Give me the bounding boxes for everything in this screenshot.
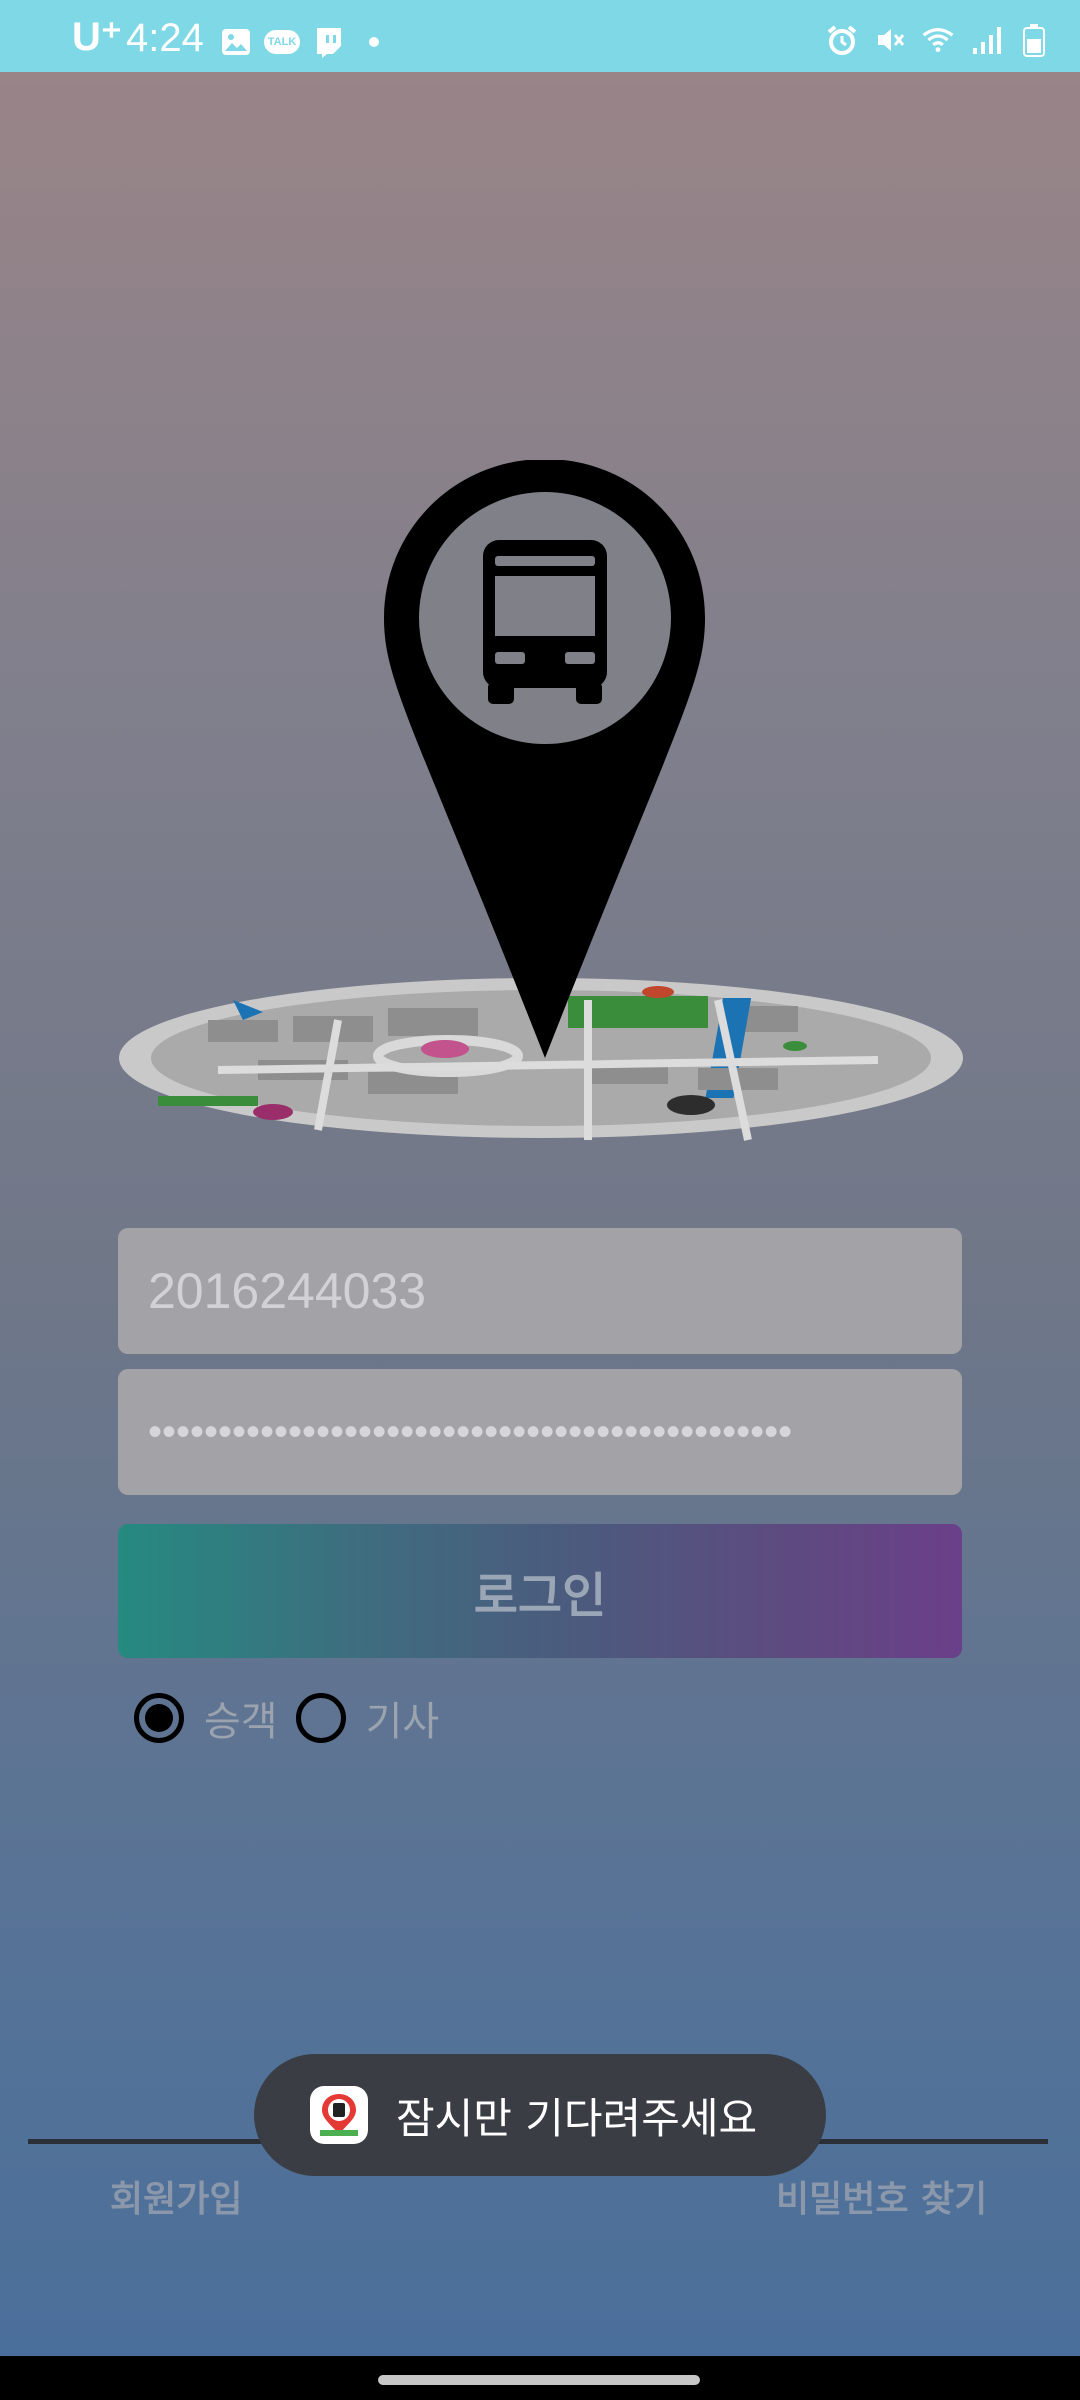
find-password-link[interactable]: 비밀번호 찾기 (776, 2170, 987, 2222)
signup-link[interactable]: 회원가입 (110, 2170, 242, 2222)
student-id-input[interactable]: 2016244033 (118, 1228, 962, 1354)
signal-icon (970, 25, 1002, 55)
toast-text: 잠시만 기다려주세요 (396, 2093, 758, 2143)
toast-message: 잠시만 기다려주세요 (254, 2054, 826, 2176)
alarm-icon (826, 25, 858, 55)
wifi-icon (922, 25, 954, 55)
notification-icons: TALK (220, 24, 390, 60)
dot-icon (358, 27, 390, 57)
password-input[interactable]: ••••••••••••••••••••••••••••••••••••••••… (118, 1369, 962, 1495)
system-icons (826, 22, 1050, 58)
battery-icon (1018, 24, 1050, 57)
clock: 4:24 (126, 16, 204, 60)
student-id-value: 2016244033 (148, 1263, 427, 1319)
navigation-bar (0, 2356, 1080, 2400)
gallery-icon (220, 27, 252, 57)
app-logo (118, 459, 964, 1150)
twitch-icon (312, 27, 344, 58)
login-button[interactable]: 로그인 (118, 1524, 962, 1658)
login-button-label: 로그인 (473, 1568, 607, 1624)
user-type-radio-group: 승객 기사 (134, 1688, 457, 1748)
bus-pin-icon (384, 459, 705, 1058)
mute-icon (874, 25, 906, 55)
passenger-label[interactable]: 승객 (204, 1689, 278, 1747)
driver-label[interactable]: 기사 (366, 1689, 440, 1747)
kakaotalk-icon: TALK (263, 27, 301, 57)
app-icon (310, 2086, 368, 2144)
driver-radio[interactable] (295, 1693, 346, 1743)
password-mask: ••••••••••••••••••••••••••••••••••••••••… (148, 1409, 793, 1454)
login-screen: U⁺ 4:24 TALK 2016244033 ••••••••••••••••… (0, 0, 1080, 2356)
passenger-radio[interactable] (134, 1693, 184, 1743)
home-gesture-handle[interactable] (378, 2375, 700, 2385)
kakaotalk-badge: TALK (263, 30, 301, 54)
status-bar: U⁺ 4:24 TALK (0, 0, 1080, 72)
carrier-label: U⁺ (72, 15, 122, 59)
